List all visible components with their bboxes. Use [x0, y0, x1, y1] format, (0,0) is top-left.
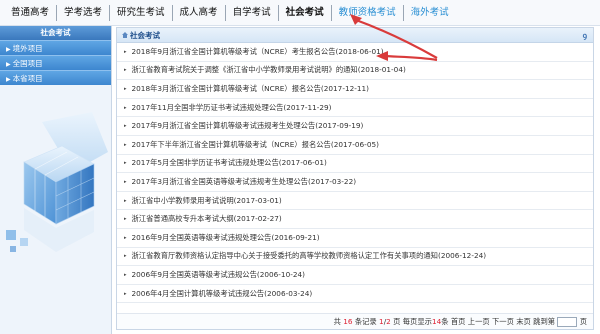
list-item[interactable]: ▸ 2017年9月浙江省全国计算机等级考试违规考生处理公告(2017-09-19) — [117, 117, 593, 136]
bullet-icon: ▸ — [124, 85, 127, 92]
notice-link[interactable]: 浙江省中小学教师录用考试说明(2017-03-01) — [132, 196, 282, 206]
pager-per-page-suffix: 条 — [441, 317, 449, 326]
notice-list: ▸ 2018年9月浙江省全国计算机等级考试（NCRE）考生报名公告(2018-06… — [117, 43, 593, 304]
notice-link[interactable]: 2016年9月全国英语等级考试违规处理公告(2016-09-21) — [132, 233, 320, 243]
list-item[interactable]: ▸ 2006年9月全国英语等级考试违规公告(2006-10-24) — [117, 266, 593, 285]
bullet-icon: ▸ — [124, 123, 127, 130]
list-item[interactable]: ▸ 浙江省教育考试院关于调整《浙江省中小学教师录用考试说明》的通知(2018-01… — [117, 62, 593, 81]
panel-corner-icon: ꝯ — [582, 31, 587, 40]
tab-shehui-kaoshi[interactable]: 社会考试 — [279, 4, 332, 21]
bullet-icon: ▸ — [124, 234, 127, 241]
pager-total-count: 16 — [343, 317, 353, 326]
list-item[interactable]: ▸ 2006年4月全国计算机等级考试违规公告(2006-03-24) — [117, 285, 593, 304]
pager-per-page-prefix: 每页显示 — [402, 317, 432, 326]
bullet-icon: ▸ — [124, 141, 127, 148]
list-item[interactable]: ▸ 2017年下半年浙江省全国计算机等级考试（NCRE）报名公告(2017-06-… — [117, 136, 593, 155]
sidebar-item-quanguo[interactable]: ▶ 全国项目 — [0, 55, 111, 70]
list-item[interactable]: ▸ 浙江省普通高校专升本考试大纲(2017-02-27) — [117, 210, 593, 229]
notice-link[interactable]: 2017年9月浙江省全国计算机等级考试违规考生处理公告(2017-09-19) — [132, 121, 364, 131]
next-page-link[interactable]: 下一页 — [492, 317, 514, 326]
jump-label: 跳到第 — [533, 317, 556, 326]
arrow-right-icon: ▶ — [6, 46, 11, 53]
notice-link[interactable]: 浙江省教育厅教师资格认定指导中心关于接受委托的高等学校教师资格认定工作有关事项的… — [132, 251, 487, 261]
first-page-link[interactable]: 首页 — [451, 317, 466, 326]
tab-jiaoshi-zige[interactable]: 教师资格考试 — [332, 4, 404, 21]
notice-link[interactable]: 2006年9月全国英语等级考试违规公告(2006-10-24) — [132, 270, 305, 280]
pager-total-pages: 2 — [386, 317, 391, 326]
notice-link[interactable]: 浙江省教育考试院关于调整《浙江省中小学教师录用考试说明》的通知(2018-01-… — [132, 65, 406, 75]
list-item[interactable]: ▸ 2016年9月全国英语等级考试违规处理公告(2016-09-21) — [117, 229, 593, 248]
bullet-icon: ▸ — [124, 48, 127, 55]
panel-title: 社会考试 — [130, 31, 160, 40]
tab-haiwai-kaoshi[interactable]: 海外考试 — [404, 5, 456, 21]
bullet-icon: ▸ — [124, 197, 127, 204]
sidebar-item-label: 本省项目 — [12, 74, 43, 83]
top-navigation: 普通高考 学考选考 研究生考试 成人高考 自学考试 社会考试 教师资格考试 海外… — [0, 0, 600, 26]
notice-link[interactable]: 2018年3月浙江省全国计算机等级考试（NCRE）报名公告(2017-12-11… — [132, 84, 369, 94]
list-item[interactable]: ▸ 浙江省教育厅教师资格认定指导中心关于接受委托的高等学校教师资格认定工作有关事项… — [117, 248, 593, 267]
arrow-right-icon: ▶ — [6, 61, 11, 68]
home-icon — [122, 28, 128, 43]
notice-link[interactable]: 2017年11月全国非学历证书考试违规处理公告(2017-11-29) — [132, 103, 332, 113]
news-panel: 社会考试 ꝯ ▸ 2018年9月浙江省全国计算机等级考试（NCRE）考生报名公告(… — [116, 27, 594, 330]
pagination-bar: 共 16 条记录 1/2 页 每页显示14条 首页 上一页 下一页 末页 跳到第… — [117, 313, 593, 329]
notice-link[interactable]: 2017年5月全国非学历证书考试违规处理公告(2017-06-01) — [132, 158, 327, 168]
notice-link[interactable]: 浙江省普通高校专升本考试大纲(2017-02-27) — [132, 214, 282, 224]
decorative-cube-graphic — [2, 112, 108, 272]
sidebar-item-bensheng[interactable]: ▶ 本省项目 — [0, 70, 111, 85]
tab-xuekao-xuankao[interactable]: 学考选考 — [57, 4, 111, 21]
bullet-icon: ▸ — [124, 253, 127, 260]
pager-records-label: 条记录 — [354, 317, 377, 326]
sidebar-item-label: 全国项目 — [12, 59, 43, 68]
notice-link[interactable]: 2018年9月浙江省全国计算机等级考试（NCRE）考生报名公告(2018-06-… — [132, 47, 384, 57]
list-item[interactable]: ▸ 浙江省中小学教师录用考试说明(2017-03-01) — [117, 192, 593, 211]
sidebar: 社会考试 ▶ 境外项目 ▶ 全国项目 ▶ 本省项目 — [0, 26, 112, 334]
list-item[interactable]: ▸ 2017年5月全国非学历证书考试违规处理公告(2017-06-01) — [117, 155, 593, 174]
list-item[interactable]: ▸ 2018年3月浙江省全国计算机等级考试（NCRE）报名公告(2017-12-1… — [117, 80, 593, 99]
bullet-icon: ▸ — [124, 271, 127, 278]
jump-page-input[interactable] — [557, 317, 578, 327]
prev-page-link[interactable]: 上一页 — [468, 317, 490, 326]
last-page-link[interactable]: 末页 — [516, 317, 531, 326]
bullet-icon: ▸ — [124, 104, 127, 111]
pager-page-label: 页 — [393, 317, 401, 326]
tab-putong-gaokao[interactable]: 普通高考 — [4, 4, 58, 21]
notice-link[interactable]: 2017年3月浙江省全国英语等级考试违规考生处理公告(2017-03-22) — [132, 177, 357, 187]
bullet-icon: ▸ — [124, 290, 127, 297]
sidebar-item-jingwai[interactable]: ▶ 境外项目 — [0, 40, 111, 55]
notice-link[interactable]: 2006年4月全国计算机等级考试违规公告(2006-03-24) — [132, 289, 313, 299]
notice-link[interactable]: 2017年下半年浙江省全国计算机等级考试（NCRE）报名公告(2017-06-0… — [132, 140, 379, 150]
pager-per-page: 14 — [431, 317, 442, 326]
bullet-icon: ▸ — [124, 67, 127, 74]
jump-suffix: 页 — [579, 317, 587, 326]
list-item[interactable]: ▸ 2018年9月浙江省全国计算机等级考试（NCRE）考生报名公告(2018-06… — [117, 43, 593, 62]
sidebar-title: 社会考试 — [0, 26, 111, 40]
bullet-icon: ▸ — [124, 160, 127, 167]
bullet-icon: ▸ — [124, 178, 127, 185]
arrow-right-icon: ▶ — [6, 76, 11, 83]
tab-chengren-gaokao[interactable]: 成人高考 — [173, 4, 226, 21]
tab-yanjiusheng[interactable]: 研究生考试 — [110, 4, 173, 21]
bullet-icon: ▸ — [124, 216, 127, 223]
list-item[interactable]: ▸ 2017年11月全国非学历证书考试违规处理公告(2017-11-29) — [117, 99, 593, 118]
sidebar-item-label: 境外项目 — [12, 44, 43, 53]
pager-total-prefix: 共 — [333, 317, 341, 326]
tab-zixue-kaoshi[interactable]: 自学考试 — [226, 4, 279, 21]
list-item[interactable]: ▸ 2017年3月浙江省全国英语等级考试违规考生处理公告(2017-03-22) — [117, 173, 593, 192]
panel-header: 社会考试 ꝯ — [117, 28, 593, 43]
